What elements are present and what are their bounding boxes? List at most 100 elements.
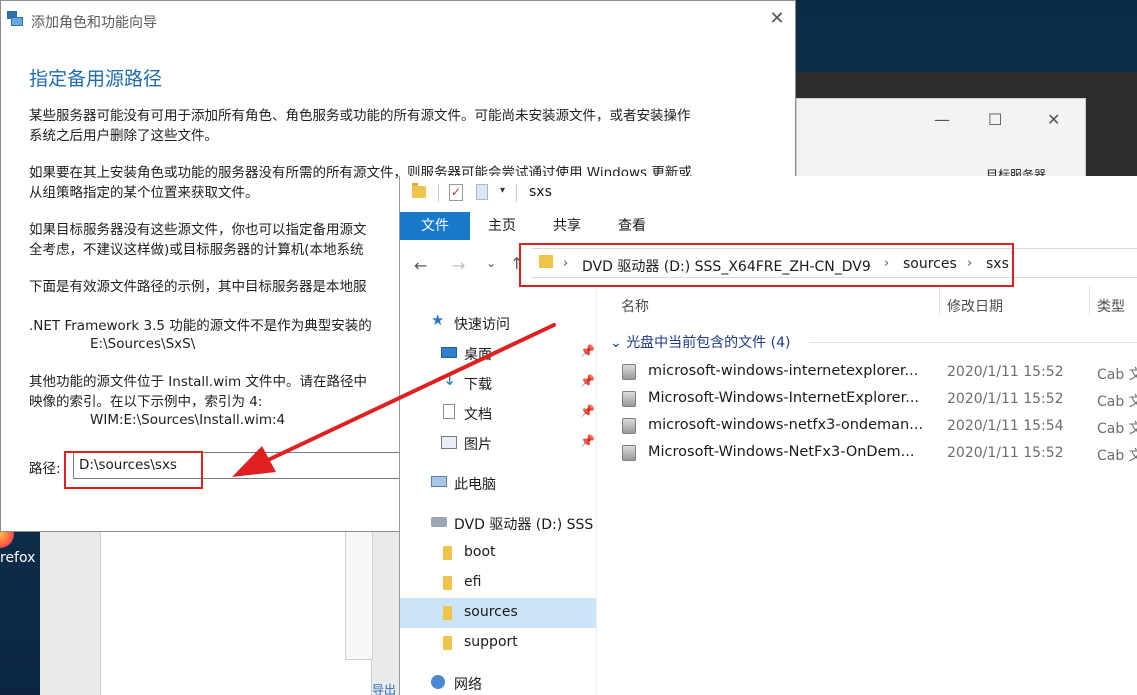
maximize-icon[interactable]: ☐ [988,110,1002,129]
column-divider[interactable] [1089,286,1090,316]
folder-icon [443,636,452,650]
nav-item-desktop[interactable]: 桌面 📌 [400,338,596,368]
group-header[interactable]: ⌄ 光盘中当前包含的文件 (4) [610,332,790,352]
folder-icon [412,183,426,198]
cab-file-icon [622,418,636,434]
wizard-titlebar: 添加角色和功能向导 ✕ [1,1,795,39]
file-row[interactable]: Microsoft-Windows-NetFx3-OnDem... 2020/1… [610,440,1137,467]
nav-item-label: 网络 [454,677,482,693]
file-date: 2020/1/11 15:54 [947,418,1064,434]
column-header-name[interactable]: 名称 [621,296,649,316]
nav-item-label: support [464,634,518,650]
tab-home[interactable]: 主页 [472,212,532,240]
file-type: Cab 文 [1097,367,1137,383]
computer-icon [431,476,447,487]
customize-toolbar-icon[interactable]: ▾ [500,185,505,196]
file-date: 2020/1/11 15:52 [947,445,1064,461]
tab-file[interactable]: 文件 [400,212,470,240]
pin-icon[interactable]: 📌 [580,434,595,448]
file-type: Cab 文 [1097,448,1137,464]
file-type: Cab 文 [1097,421,1137,437]
nav-item-label: 快速访问 [454,317,510,333]
server-manager-icon [7,11,23,27]
recent-locations-icon[interactable]: ⌄ [486,256,496,270]
group-header-label: 光盘中当前包含的文件 (4) [626,335,791,351]
folder-icon [443,576,452,590]
wizard-close-icon[interactable]: ✕ [767,8,787,30]
nav-item-label: 桌面 [464,347,492,363]
file-row[interactable]: microsoft-windows-internetexplorer... 20… [610,359,1137,386]
file-type: Cab 文 [1097,394,1137,410]
explorer-titlebar: ✓ ▾ sxs [400,176,1137,210]
file-row[interactable]: Microsoft-Windows-InternetExplorer... 20… [610,386,1137,413]
nav-item-label: efi [464,574,482,590]
pin-icon[interactable]: 📌 [580,374,595,388]
nav-item-label: 图片 [464,437,492,453]
para6-line2: 映像的索引。在以下示例中，索引为 4: [29,394,263,410]
background-panel-column [345,530,373,660]
toolbar-separator [516,184,517,202]
toolbar-separator [438,184,439,202]
file-date: 2020/1/11 15:52 [947,364,1064,380]
pane-divider[interactable] [596,286,597,695]
background-export-link[interactable]: 导出 [372,681,396,695]
nav-item-label: 此电脑 [454,477,496,493]
nav-item-boot[interactable]: boot [400,538,596,568]
page-title: 指定备用源路径 [29,68,163,90]
tab-view[interactable]: 查看 [602,212,662,240]
minimize-icon[interactable]: — [934,110,950,129]
column-header-type[interactable]: 类型 [1097,296,1125,316]
para4-line1: 下面是有效源文件路径的示例，其中目标服务器是本地服 [29,279,367,295]
new-folder-icon[interactable] [476,184,488,200]
picture-icon [441,436,457,449]
column-divider[interactable] [939,286,940,316]
nav-item-downloads[interactable]: ↓ 下载 📌 [400,368,596,398]
nav-item-support[interactable]: support [400,628,596,658]
document-icon [443,404,455,419]
wizard-title: 添加角色和功能向导 [31,15,157,31]
explorer-title: sxs [529,184,552,200]
nav-item-this-pc[interactable]: 此电脑 [400,468,596,498]
para2-line2: 从组策略指定的某个位置来获取文件。 [29,185,259,201]
group-divider [810,342,1137,343]
file-date: 2020/1/11 15:52 [947,391,1064,407]
para5-example: E:\Sources\SxS\ [90,336,196,352]
file-row[interactable]: microsoft-windows-netfx3-ondeman... 2020… [610,413,1137,440]
tab-share[interactable]: 共享 [538,212,596,240]
para6-example: WIM:E:\Sources\Install.wim:4 [90,412,286,428]
properties-icon[interactable]: ✓ [449,184,463,201]
close-icon[interactable]: ✕ [1047,110,1060,129]
nav-item-documents[interactable]: 文档 📌 [400,398,596,428]
star-icon: ★ [431,311,445,329]
nav-item-label: 下载 [464,377,492,393]
nav-item-dvd-drive[interactable]: DVD 驱动器 (D:) SSS [400,508,596,538]
background-panel-inner [100,530,372,695]
nav-item-pictures[interactable]: 图片 📌 [400,428,596,458]
para5-line1: .NET Framework 3.5 功能的源文件不是作为典型安装的 [29,318,372,334]
nav-item-efi[interactable]: efi [400,568,596,598]
back-icon[interactable]: ← [414,256,427,275]
folder-icon [443,546,452,560]
forward-icon[interactable]: → [452,256,465,275]
pin-icon[interactable]: 📌 [580,404,595,418]
file-name: Microsoft-Windows-InternetExplorer... [648,390,920,406]
nav-item-label: boot [464,544,496,560]
cab-file-icon [622,445,636,461]
cab-file-icon [622,391,636,407]
ribbon-tabs: 文件 主页 共享 查看 [400,212,1137,240]
nav-item-label: sources [464,604,518,620]
column-header-date[interactable]: 修改日期 [947,296,1003,316]
folder-icon [443,606,452,620]
chevron-down-icon: ⌄ [610,335,627,351]
nav-item-sources[interactable]: sources [400,598,596,628]
nav-item-quick-access[interactable]: ★ 快速访问 [400,308,596,338]
network-icon [431,675,445,689]
address-highlight-box [519,243,1014,287]
firefox-label[interactable]: refox [0,550,35,566]
navigation-pane: ★ 快速访问 桌面 📌 ↓ 下载 📌 文档 📌 图片 📌 此电脑 DVD 驱动器… [400,306,596,695]
dvd-drive-icon [431,517,447,527]
file-name: Microsoft-Windows-NetFx3-OnDem... [648,444,915,460]
para1-line1: 某些服务器可能没有可用于添加所有角色、角色服务或功能的所有源文件。可能尚未安装源… [29,108,691,124]
pin-icon[interactable]: 📌 [580,344,595,358]
nav-item-network[interactable]: 网络 [400,668,596,695]
